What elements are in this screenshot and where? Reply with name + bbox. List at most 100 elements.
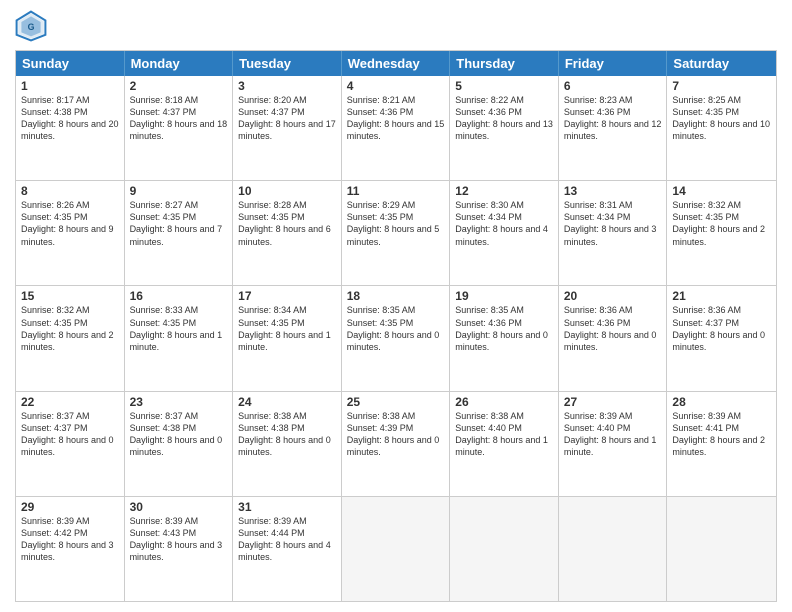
day-number: 2 (130, 79, 228, 93)
cal-cell-day: 30Sunrise: 8:39 AMSunset: 4:43 PMDayligh… (125, 497, 234, 601)
day-number: 10 (238, 184, 336, 198)
day-info: Sunrise: 8:23 AMSunset: 4:36 PMDaylight:… (564, 94, 662, 143)
cal-cell-day: 1Sunrise: 8:17 AMSunset: 4:38 PMDaylight… (16, 76, 125, 180)
day-number: 13 (564, 184, 662, 198)
cal-week-row: 22Sunrise: 8:37 AMSunset: 4:37 PMDayligh… (16, 391, 776, 496)
day-info: Sunrise: 8:31 AMSunset: 4:34 PMDaylight:… (564, 199, 662, 248)
day-info: Sunrise: 8:36 AMSunset: 4:37 PMDaylight:… (672, 304, 771, 353)
cal-week-row: 15Sunrise: 8:32 AMSunset: 4:35 PMDayligh… (16, 285, 776, 390)
cal-cell-day: 24Sunrise: 8:38 AMSunset: 4:38 PMDayligh… (233, 392, 342, 496)
cal-cell-empty (342, 497, 451, 601)
cal-header-friday: Friday (559, 51, 668, 76)
day-info: Sunrise: 8:17 AMSunset: 4:38 PMDaylight:… (21, 94, 119, 143)
cal-cell-day: 12Sunrise: 8:30 AMSunset: 4:34 PMDayligh… (450, 181, 559, 285)
cal-week-row: 8Sunrise: 8:26 AMSunset: 4:35 PMDaylight… (16, 180, 776, 285)
cal-header-wednesday: Wednesday (342, 51, 451, 76)
cal-header-monday: Monday (125, 51, 234, 76)
day-info: Sunrise: 8:38 AMSunset: 4:39 PMDaylight:… (347, 410, 445, 459)
logo: G (15, 10, 51, 42)
cal-week-row: 1Sunrise: 8:17 AMSunset: 4:38 PMDaylight… (16, 76, 776, 180)
day-info: Sunrise: 8:39 AMSunset: 4:40 PMDaylight:… (564, 410, 662, 459)
day-info: Sunrise: 8:37 AMSunset: 4:38 PMDaylight:… (130, 410, 228, 459)
day-info: Sunrise: 8:32 AMSunset: 4:35 PMDaylight:… (21, 304, 119, 353)
cal-header-tuesday: Tuesday (233, 51, 342, 76)
day-number: 9 (130, 184, 228, 198)
logo-icon: G (15, 10, 47, 42)
day-number: 7 (672, 79, 771, 93)
cal-cell-day: 22Sunrise: 8:37 AMSunset: 4:37 PMDayligh… (16, 392, 125, 496)
cal-cell-day: 29Sunrise: 8:39 AMSunset: 4:42 PMDayligh… (16, 497, 125, 601)
day-number: 16 (130, 289, 228, 303)
cal-cell-day: 18Sunrise: 8:35 AMSunset: 4:35 PMDayligh… (342, 286, 451, 390)
cal-cell-day: 19Sunrise: 8:35 AMSunset: 4:36 PMDayligh… (450, 286, 559, 390)
cal-cell-day: 16Sunrise: 8:33 AMSunset: 4:35 PMDayligh… (125, 286, 234, 390)
day-info: Sunrise: 8:39 AMSunset: 4:42 PMDaylight:… (21, 515, 119, 564)
day-info: Sunrise: 8:28 AMSunset: 4:35 PMDaylight:… (238, 199, 336, 248)
day-number: 3 (238, 79, 336, 93)
day-number: 18 (347, 289, 445, 303)
day-number: 19 (455, 289, 553, 303)
cal-cell-day: 9Sunrise: 8:27 AMSunset: 4:35 PMDaylight… (125, 181, 234, 285)
cal-cell-empty (559, 497, 668, 601)
day-info: Sunrise: 8:34 AMSunset: 4:35 PMDaylight:… (238, 304, 336, 353)
cal-header-sunday: Sunday (16, 51, 125, 76)
cal-cell-day: 6Sunrise: 8:23 AMSunset: 4:36 PMDaylight… (559, 76, 668, 180)
day-info: Sunrise: 8:39 AMSunset: 4:43 PMDaylight:… (130, 515, 228, 564)
cal-cell-day: 17Sunrise: 8:34 AMSunset: 4:35 PMDayligh… (233, 286, 342, 390)
cal-cell-day: 31Sunrise: 8:39 AMSunset: 4:44 PMDayligh… (233, 497, 342, 601)
cal-cell-day: 23Sunrise: 8:37 AMSunset: 4:38 PMDayligh… (125, 392, 234, 496)
day-number: 4 (347, 79, 445, 93)
cal-cell-day: 13Sunrise: 8:31 AMSunset: 4:34 PMDayligh… (559, 181, 668, 285)
day-info: Sunrise: 8:37 AMSunset: 4:37 PMDaylight:… (21, 410, 119, 459)
day-info: Sunrise: 8:35 AMSunset: 4:36 PMDaylight:… (455, 304, 553, 353)
cal-cell-day: 28Sunrise: 8:39 AMSunset: 4:41 PMDayligh… (667, 392, 776, 496)
day-number: 26 (455, 395, 553, 409)
day-info: Sunrise: 8:25 AMSunset: 4:35 PMDaylight:… (672, 94, 771, 143)
day-number: 8 (21, 184, 119, 198)
cal-cell-day: 27Sunrise: 8:39 AMSunset: 4:40 PMDayligh… (559, 392, 668, 496)
day-number: 6 (564, 79, 662, 93)
page: G SundayMondayTuesdayWednesdayThursdayFr… (0, 0, 792, 612)
day-info: Sunrise: 8:18 AMSunset: 4:37 PMDaylight:… (130, 94, 228, 143)
cal-cell-day: 26Sunrise: 8:38 AMSunset: 4:40 PMDayligh… (450, 392, 559, 496)
cal-cell-day: 8Sunrise: 8:26 AMSunset: 4:35 PMDaylight… (16, 181, 125, 285)
day-number: 1 (21, 79, 119, 93)
cal-cell-day: 3Sunrise: 8:20 AMSunset: 4:37 PMDaylight… (233, 76, 342, 180)
day-number: 28 (672, 395, 771, 409)
cal-header-thursday: Thursday (450, 51, 559, 76)
day-info: Sunrise: 8:20 AMSunset: 4:37 PMDaylight:… (238, 94, 336, 143)
day-number: 20 (564, 289, 662, 303)
day-info: Sunrise: 8:26 AMSunset: 4:35 PMDaylight:… (21, 199, 119, 248)
day-number: 30 (130, 500, 228, 514)
day-info: Sunrise: 8:33 AMSunset: 4:35 PMDaylight:… (130, 304, 228, 353)
day-info: Sunrise: 8:30 AMSunset: 4:34 PMDaylight:… (455, 199, 553, 248)
day-number: 27 (564, 395, 662, 409)
day-number: 24 (238, 395, 336, 409)
cal-cell-day: 5Sunrise: 8:22 AMSunset: 4:36 PMDaylight… (450, 76, 559, 180)
day-info: Sunrise: 8:36 AMSunset: 4:36 PMDaylight:… (564, 304, 662, 353)
cal-cell-day: 14Sunrise: 8:32 AMSunset: 4:35 PMDayligh… (667, 181, 776, 285)
day-number: 25 (347, 395, 445, 409)
header: G (15, 10, 777, 42)
calendar: SundayMondayTuesdayWednesdayThursdayFrid… (15, 50, 777, 602)
day-number: 14 (672, 184, 771, 198)
cal-cell-day: 25Sunrise: 8:38 AMSunset: 4:39 PMDayligh… (342, 392, 451, 496)
cal-cell-day: 20Sunrise: 8:36 AMSunset: 4:36 PMDayligh… (559, 286, 668, 390)
day-number: 23 (130, 395, 228, 409)
day-info: Sunrise: 8:21 AMSunset: 4:36 PMDaylight:… (347, 94, 445, 143)
calendar-header-row: SundayMondayTuesdayWednesdayThursdayFrid… (16, 51, 776, 76)
cal-cell-day: 21Sunrise: 8:36 AMSunset: 4:37 PMDayligh… (667, 286, 776, 390)
cal-week-row: 29Sunrise: 8:39 AMSunset: 4:42 PMDayligh… (16, 496, 776, 601)
day-number: 17 (238, 289, 336, 303)
day-info: Sunrise: 8:39 AMSunset: 4:44 PMDaylight:… (238, 515, 336, 564)
cal-header-saturday: Saturday (667, 51, 776, 76)
day-number: 5 (455, 79, 553, 93)
day-number: 21 (672, 289, 771, 303)
day-number: 29 (21, 500, 119, 514)
cal-cell-day: 4Sunrise: 8:21 AMSunset: 4:36 PMDaylight… (342, 76, 451, 180)
day-info: Sunrise: 8:39 AMSunset: 4:41 PMDaylight:… (672, 410, 771, 459)
day-info: Sunrise: 8:35 AMSunset: 4:35 PMDaylight:… (347, 304, 445, 353)
day-info: Sunrise: 8:32 AMSunset: 4:35 PMDaylight:… (672, 199, 771, 248)
cal-cell-day: 15Sunrise: 8:32 AMSunset: 4:35 PMDayligh… (16, 286, 125, 390)
cal-cell-day: 11Sunrise: 8:29 AMSunset: 4:35 PMDayligh… (342, 181, 451, 285)
